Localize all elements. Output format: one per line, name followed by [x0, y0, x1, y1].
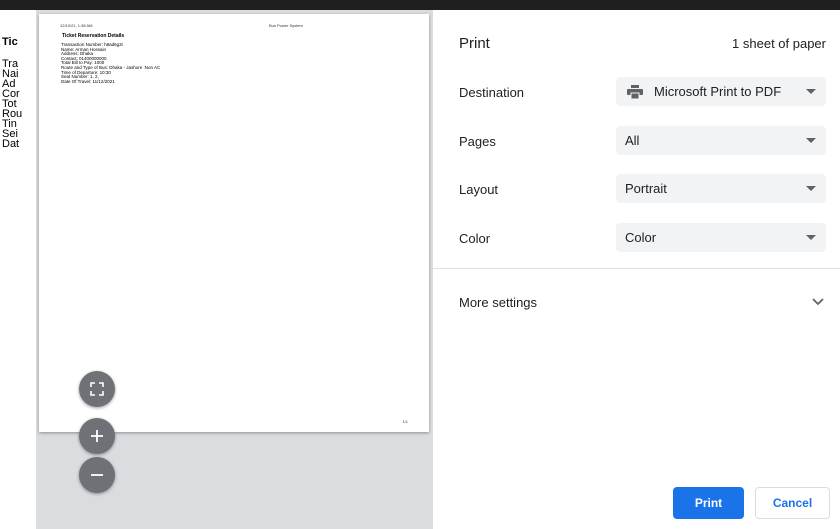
more-settings-toggle[interactable] — [810, 293, 826, 309]
print-settings-panel: Print 1 sheet of paper Destination Micro… — [433, 10, 840, 529]
zoom-out-button[interactable] — [79, 457, 115, 493]
printer-icon — [627, 84, 643, 99]
panel-divider — [433, 268, 840, 269]
preview-header-app: Bus Power System — [269, 23, 303, 28]
fit-to-page-icon — [90, 382, 104, 396]
destination-value: Microsoft Print to PDF — [654, 84, 782, 99]
underlying-line-fragment: Cor — [2, 89, 20, 99]
zoom-in-button[interactable] — [79, 418, 115, 454]
layout-value: Portrait — [625, 181, 667, 196]
underlying-line-fragment: Sei — [2, 129, 18, 139]
more-settings-label[interactable]: More settings — [459, 295, 537, 310]
print-dialog-screen: Tic Tra Nai Ad Cor Tot Rou Tin Sei Dat 1… — [0, 0, 840, 529]
preview-page-number: 1/1 — [402, 419, 408, 424]
color-label: Color — [459, 231, 491, 246]
preview-doc-lines: Transaction Number: h8ad6g3i Name: Arman… — [61, 42, 160, 84]
pages-select[interactable]: All — [616, 126, 826, 155]
destination-select[interactable]: Microsoft Print to PDF — [616, 77, 826, 106]
minus-icon — [91, 474, 103, 476]
fit-to-page-button[interactable] — [79, 371, 115, 407]
print-button[interactable]: Print — [673, 487, 744, 519]
preview-header-date: 12/10/21, 1:38 AM — [60, 23, 93, 28]
pages-label: Pages — [459, 134, 496, 149]
panel-title: Print — [459, 35, 490, 52]
dropdown-caret-icon — [806, 138, 816, 143]
plus-icon — [91, 430, 103, 442]
color-value: Color — [625, 230, 657, 245]
underlying-line-fragment: Dat — [2, 139, 20, 149]
preview-doc-title: Ticket Reservation Details — [62, 33, 125, 39]
window-top-bar — [0, 0, 840, 10]
cancel-button[interactable]: Cancel — [755, 487, 830, 519]
preview-doc-line: Date Of Travel: 11/12/2021 — [61, 78, 115, 84]
dropdown-caret-icon — [806, 186, 816, 191]
color-select[interactable]: Color — [616, 223, 826, 252]
underlying-line-fragment: Tra — [2, 59, 19, 69]
sheet-count: 1 sheet of paper — [732, 36, 826, 51]
layout-select[interactable]: Portrait — [616, 174, 826, 203]
underlying-line-fragment: Nai — [2, 69, 19, 79]
underlying-line-fragment: Ad — [2, 79, 16, 89]
underlying-title-fragment: Tic — [2, 37, 18, 47]
underlying-line-fragment: Tot — [2, 99, 17, 109]
underlying-line-fragment: Tin — [2, 119, 17, 129]
destination-label: Destination — [459, 85, 525, 100]
preview-sheet: 12/10/21, 1:38 AM Bus Power System Ticke… — [39, 14, 429, 432]
pages-value: All — [625, 133, 640, 148]
dropdown-caret-icon — [806, 235, 816, 240]
underlying-line-fragment: Rou — [2, 109, 23, 119]
dropdown-caret-icon — [806, 89, 816, 94]
chevron-down-icon — [812, 298, 824, 306]
underlying-page: Tic Tra Nai Ad Cor Tot Rou Tin Sei Dat — [0, 10, 36, 529]
layout-label: Layout — [459, 182, 499, 197]
